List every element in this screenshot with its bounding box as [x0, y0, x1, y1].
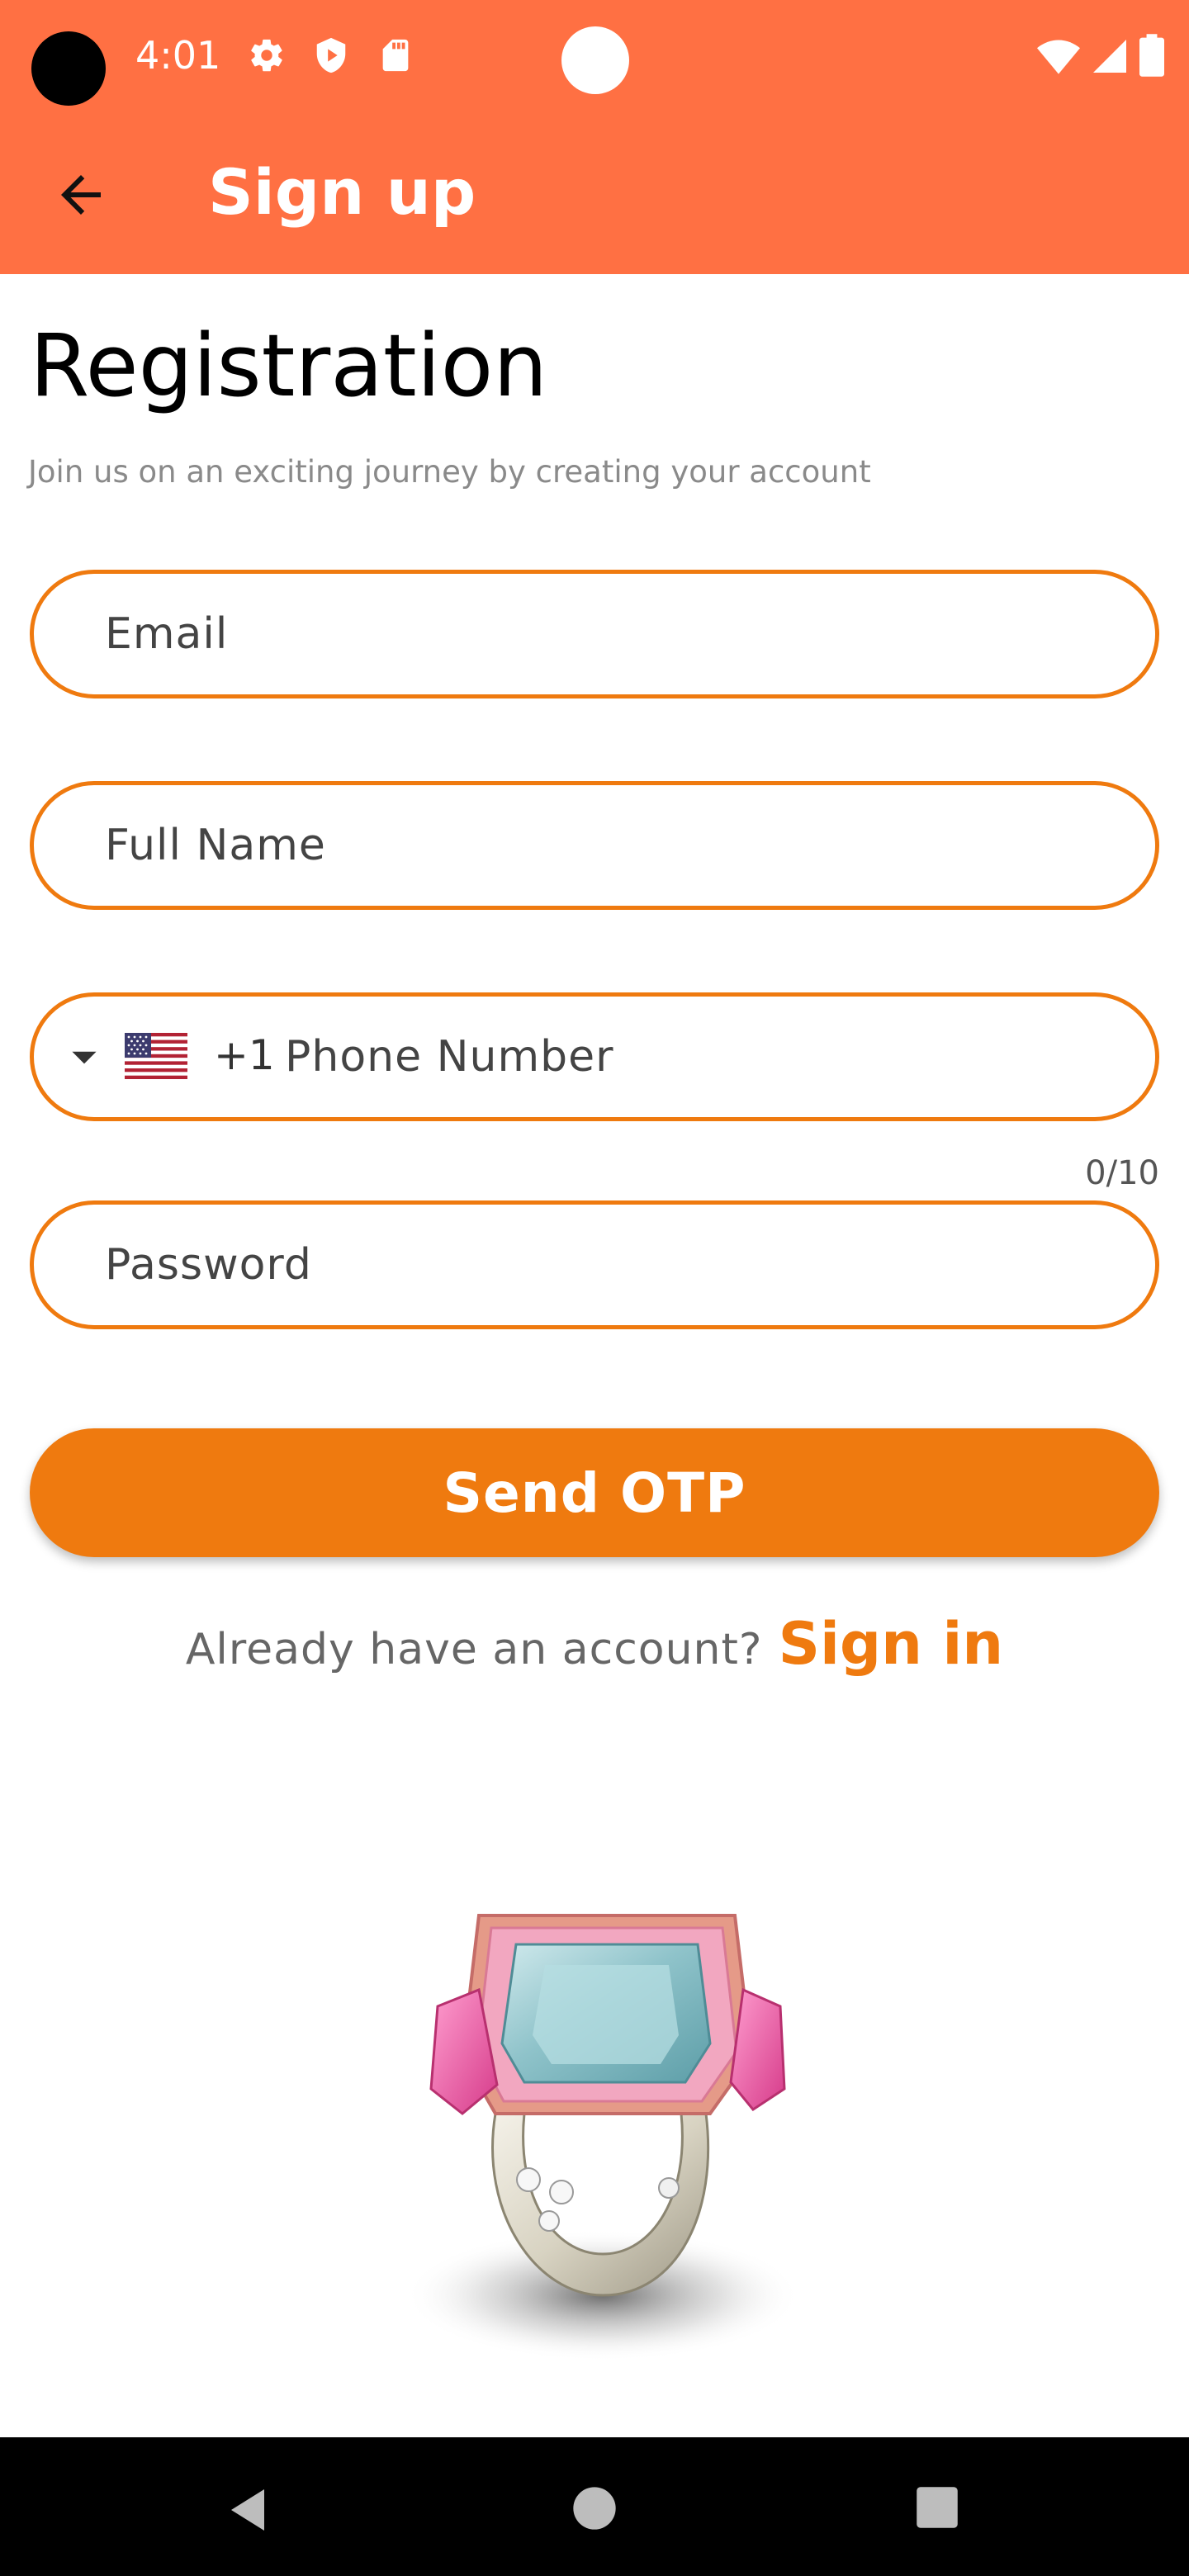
- phone-input[interactable]: [285, 997, 1111, 1117]
- system-nav-bar: [0, 2437, 1189, 2576]
- email-field[interactable]: [30, 570, 1159, 698]
- password-input[interactable]: [105, 1205, 1096, 1325]
- shield-icon: [316, 37, 346, 73]
- email-input[interactable]: [105, 574, 1096, 694]
- page-title: Registration: [30, 315, 548, 416]
- battery-icon: [1139, 34, 1164, 77]
- home-circle-icon[interactable]: [571, 2485, 618, 2531]
- full-name-input[interactable]: [105, 785, 1096, 906]
- phone-field[interactable]: +1: [30, 992, 1159, 1121]
- app-bar-title: Sign up: [208, 155, 476, 229]
- signin-prompt: Already have an account?: [185, 1625, 763, 1674]
- page-subtitle: Join us on an exciting journey by creati…: [28, 454, 871, 490]
- back-triangle-icon[interactable]: [223, 2485, 272, 2535]
- phone-character-counter: 0/10: [1085, 1154, 1159, 1192]
- gear-icon: [251, 39, 282, 72]
- signin-row: Already have an account? Sign in: [0, 1610, 1189, 1678]
- status-time: 4:01: [135, 33, 221, 78]
- app-bar: [0, 124, 1189, 274]
- dial-code[interactable]: +1: [214, 1031, 275, 1079]
- recents-square-icon[interactable]: [915, 2485, 959, 2530]
- sd-card-icon: [382, 39, 409, 72]
- signal-icon: [1093, 40, 1126, 73]
- dropdown-arrow-icon[interactable]: [64, 1036, 105, 1077]
- front-camera: [561, 26, 629, 94]
- ring-image: [405, 1914, 801, 2361]
- arrow-back-icon[interactable]: [51, 165, 111, 225]
- signin-link[interactable]: Sign in: [779, 1610, 1004, 1678]
- send-otp-button[interactable]: Send OTP: [30, 1428, 1159, 1557]
- password-field[interactable]: [30, 1200, 1159, 1329]
- full-name-field[interactable]: [30, 781, 1159, 910]
- camera-cutout: [31, 31, 106, 106]
- us-flag-icon[interactable]: [125, 1033, 187, 1079]
- wifi-icon: [1037, 40, 1080, 74]
- status-bar: 4:01: [0, 0, 1189, 124]
